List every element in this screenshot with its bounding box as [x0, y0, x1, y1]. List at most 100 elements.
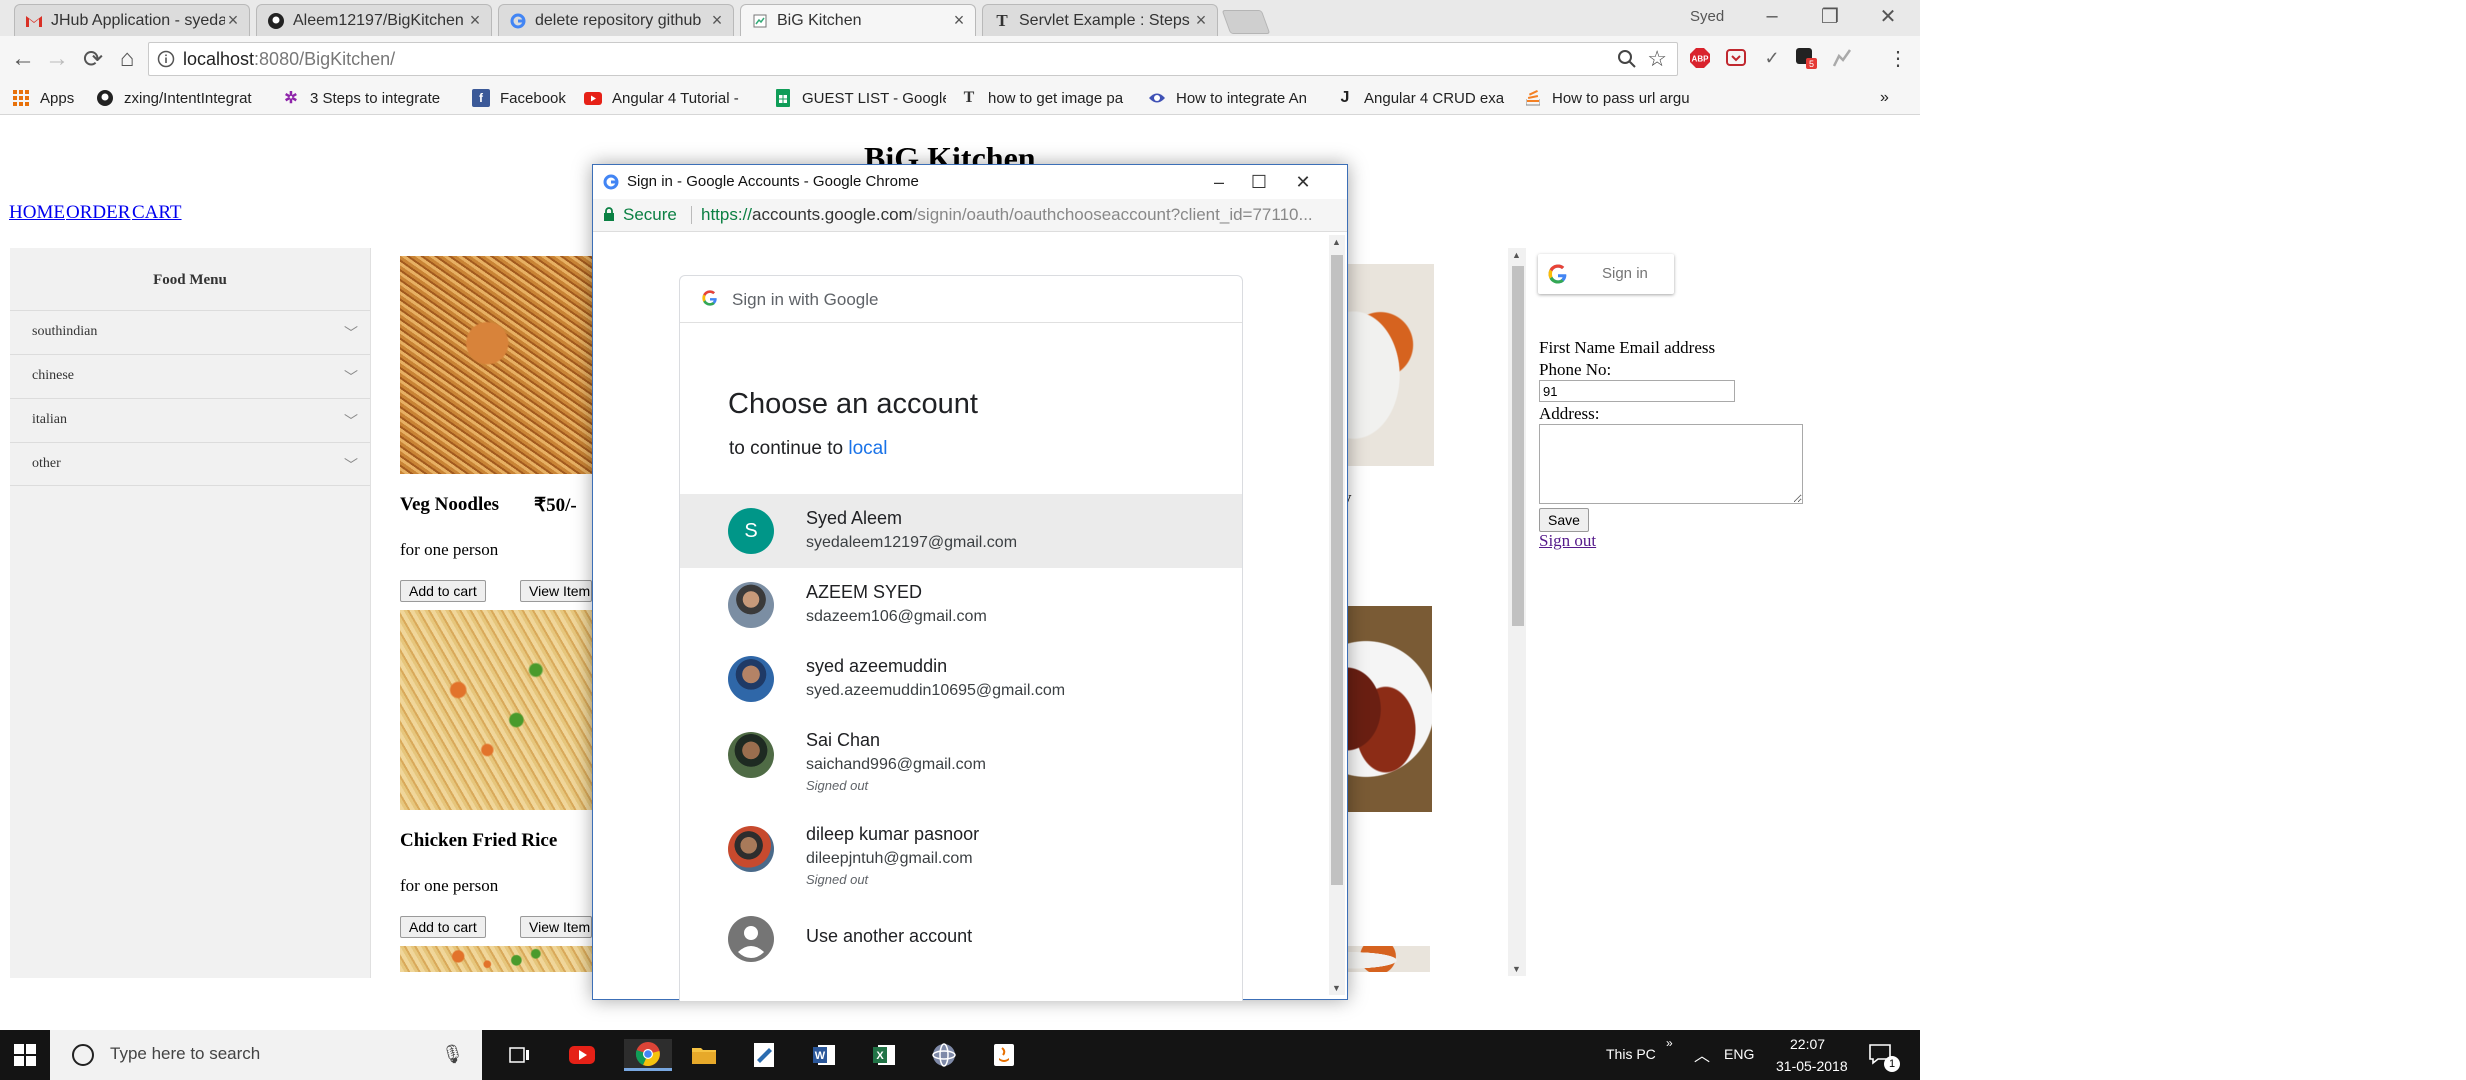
add-to-cart-button[interactable]: Add to cart: [400, 580, 486, 602]
bookmark-pass-url[interactable]: How to pass url argu: [1524, 87, 1696, 109]
maximize-button[interactable]: ☐: [1243, 169, 1275, 195]
toolbar-overflow-icon[interactable]: »: [1666, 1036, 1673, 1050]
scrollbar-thumb[interactable]: [1512, 266, 1524, 626]
save-button[interactable]: Save: [1539, 508, 1589, 532]
chrome-icon[interactable]: [624, 1039, 672, 1071]
google-signin-button[interactable]: Sign in: [1538, 254, 1674, 294]
bookmark-image-path[interactable]: T how to get image pa: [960, 87, 1132, 109]
tab-google-search[interactable]: delete repository github ×: [498, 4, 734, 36]
menu-item-chinese[interactable]: chinese ﹀: [10, 354, 370, 398]
menu-item-southindian[interactable]: southindian ﹀: [10, 310, 370, 354]
page-scrollbar[interactable]: ▲ ▼: [1508, 248, 1526, 976]
scrollbar-thumb[interactable]: [1331, 255, 1343, 885]
popup-scrollbar[interactable]: ▲ ▼: [1329, 235, 1345, 995]
bookmark-facebook[interactable]: f Facebook: [472, 87, 566, 109]
address-bar[interactable]: localhost:8080/BigKitchen/ ☆: [148, 42, 1678, 76]
word-icon[interactable]: W: [808, 1039, 840, 1071]
account-row[interactable]: S Syed Aleem syedaleem12197@gmail.com: [680, 494, 1242, 568]
close-button[interactable]: ✕: [1287, 169, 1319, 195]
info-icon[interactable]: [157, 50, 175, 68]
excel-icon[interactable]: X: [868, 1039, 900, 1071]
zoom-icon[interactable]: [1617, 49, 1637, 69]
notes-icon[interactable]: [748, 1039, 780, 1071]
tab-github[interactable]: Aleem12197/BigKitchen ×: [256, 4, 492, 36]
home-icon[interactable]: ⌂: [112, 44, 142, 74]
check-icon[interactable]: ✓: [1760, 46, 1784, 70]
nav-cart-link[interactable]: CART: [132, 202, 182, 224]
menu-item-other[interactable]: other ﹀: [10, 442, 370, 486]
youtube-icon[interactable]: [566, 1039, 598, 1071]
account-row[interactable]: Sai Chan saichand996@gmail.com Signed ou…: [680, 716, 1242, 802]
eclipse-icon[interactable]: [928, 1039, 960, 1071]
close-icon[interactable]: ×: [709, 10, 725, 31]
scroll-up-icon[interactable]: ▲: [1332, 237, 1341, 247]
continue-target-link[interactable]: local: [848, 438, 887, 459]
analytics-icon[interactable]: [1830, 46, 1854, 70]
minimize-button[interactable]: –: [1203, 169, 1235, 195]
restore-button[interactable]: ❐: [1802, 0, 1858, 32]
popup-address-bar: Secure https://accounts.google.com/signi…: [593, 199, 1347, 232]
bookmark-angular-tutorial[interactable]: Angular 4 Tutorial -: [584, 87, 756, 109]
back-icon[interactable]: ←: [8, 44, 38, 74]
google-icon: [1548, 264, 1567, 284]
nav-order-link[interactable]: ORDER: [66, 202, 130, 224]
phone-label: Phone No:: [1539, 360, 1612, 379]
pocket-icon[interactable]: [1724, 46, 1748, 70]
phone-input[interactable]: [1539, 380, 1735, 402]
bookmarks-overflow-button[interactable]: »: [1880, 87, 1889, 109]
nav-home-link[interactable]: HOME: [9, 202, 65, 224]
close-icon[interactable]: ×: [951, 10, 967, 31]
t-icon: T: [963, 89, 975, 106]
file-explorer-icon[interactable]: [688, 1039, 720, 1071]
forward-icon[interactable]: →: [42, 44, 72, 74]
windows-start-icon[interactable]: [14, 1044, 36, 1066]
new-tab-button[interactable]: [1221, 10, 1271, 34]
gmail-icon: [25, 12, 43, 30]
bookmark-integrate[interactable]: How to integrate An: [1148, 87, 1320, 109]
this-pc-label[interactable]: This PC: [1606, 1046, 1656, 1062]
scroll-up-icon[interactable]: ▲: [1512, 250, 1521, 260]
bookmark-3-steps[interactable]: ✲ 3 Steps to integrate: [282, 87, 454, 109]
java-icon[interactable]: [988, 1039, 1020, 1071]
language-indicator[interactable]: ENG: [1724, 1046, 1754, 1062]
menu-item-italian[interactable]: italian ﹀: [10, 398, 370, 442]
adblock-icon[interactable]: ABP: [1688, 46, 1712, 70]
close-icon[interactable]: ×: [1193, 10, 1209, 31]
address-textarea[interactable]: [1539, 424, 1803, 504]
choose-account-heading: Choose an account: [728, 388, 978, 420]
popup-titlebar[interactable]: Sign in - Google Accounts - Google Chrom…: [593, 165, 1347, 199]
clock-time[interactable]: 22:07: [1790, 1036, 1825, 1052]
view-item-button[interactable]: View Item: [520, 580, 592, 602]
bookmark-angular-crud[interactable]: J Angular 4 CRUD exa: [1336, 87, 1508, 109]
scroll-down-icon[interactable]: ▼: [1512, 964, 1521, 974]
bookmark-star-icon[interactable]: ☆: [1647, 46, 1667, 72]
scroll-down-icon[interactable]: ▼: [1332, 983, 1341, 993]
account-row[interactable]: dileep kumar pasnoor dileepjntuh@gmail.c…: [680, 810, 1242, 896]
popup-title: Sign in - Google Accounts - Google Chrom…: [627, 173, 919, 190]
profile-name[interactable]: Syed: [1690, 8, 1724, 25]
add-to-cart-button[interactable]: Add to cart: [400, 916, 486, 938]
microphone-icon[interactable]: 🎙: [441, 1044, 464, 1065]
signout-link[interactable]: Sign out: [1539, 531, 1596, 551]
bookmark-apps[interactable]: Apps: [12, 87, 74, 109]
chevron-up-icon[interactable]: ︿: [1694, 1042, 1710, 1066]
account-row[interactable]: AZEEM SYED sdazeem106@gmail.com: [680, 568, 1242, 642]
close-window-button[interactable]: ✕: [1860, 0, 1916, 32]
tab-jhub[interactable]: JHub Application - syeda ×: [14, 4, 250, 36]
reload-icon[interactable]: ⟳: [78, 44, 108, 74]
clock-date[interactable]: 31-05-2018: [1776, 1058, 1848, 1074]
use-another-account-row[interactable]: Use another account: [680, 902, 1242, 976]
extension-badge-icon[interactable]: 5: [1794, 46, 1818, 70]
taskbar-search-box[interactable]: Type here to search 🎙: [50, 1030, 482, 1080]
bookmark-zxing[interactable]: zxing/IntentIntegrat: [96, 87, 268, 109]
view-item-button[interactable]: View Item: [520, 916, 592, 938]
menu-kebab-icon[interactable]: ⋮: [1886, 46, 1910, 70]
account-row[interactable]: syed azeemuddin syed.azeemuddin10695@gma…: [680, 642, 1242, 716]
close-icon[interactable]: ×: [467, 10, 483, 31]
tab-bigkitchen[interactable]: BiG Kitchen ×: [740, 4, 976, 36]
tab-servlet[interactable]: T Servlet Example : Steps to ×: [982, 4, 1218, 36]
minimize-button[interactable]: –: [1744, 0, 1800, 32]
bookmark-guest-list[interactable]: GUEST LIST - Google: [774, 87, 946, 109]
task-view-icon[interactable]: [504, 1039, 536, 1071]
close-icon[interactable]: ×: [225, 10, 241, 31]
